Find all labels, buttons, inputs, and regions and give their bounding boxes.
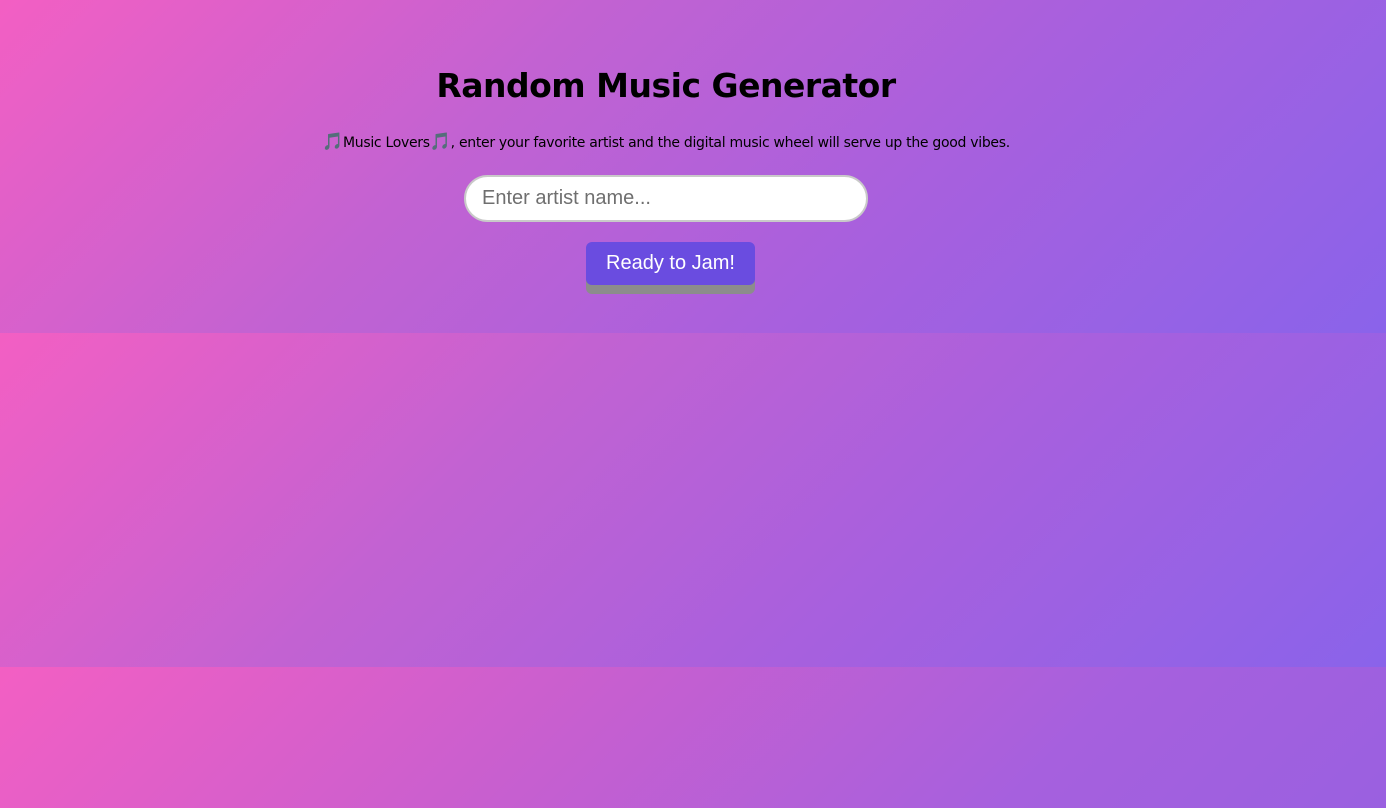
- header-section: Random Music Generator 🎵Music Lovers🎵, e…: [0, 0, 1386, 333]
- subtitle: 🎵Music Lovers🎵, enter your favorite arti…: [0, 132, 1332, 152]
- ready-to-jam-button[interactable]: Ready to Jam!: [586, 242, 755, 285]
- music-note-icon: 🎵: [429, 132, 451, 152]
- page-title: Random Music Generator: [436, 66, 896, 105]
- music-note-icon: 🎵: [322, 132, 343, 152]
- subtitle-label: Music Lovers: [343, 135, 430, 151]
- footer-background: [0, 667, 1386, 808]
- artist-search-input[interactable]: [464, 175, 868, 222]
- results-area: [0, 333, 1386, 667]
- subtitle-text: , enter your favorite artist and the dig…: [450, 135, 1011, 151]
